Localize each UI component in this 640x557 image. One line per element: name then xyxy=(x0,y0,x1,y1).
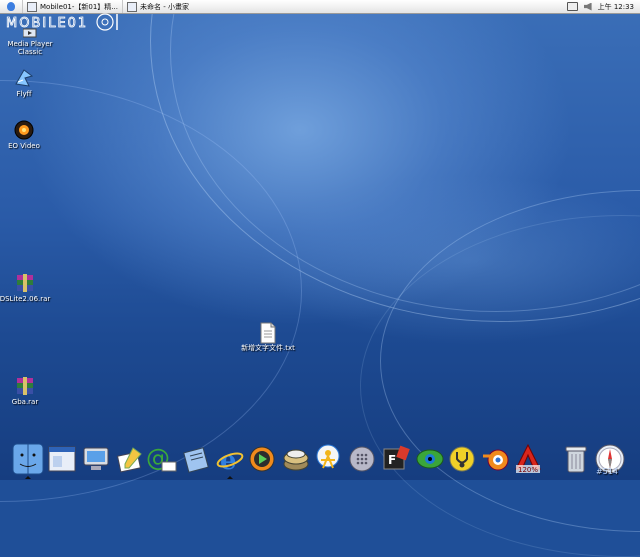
notepad-icon[interactable] xyxy=(180,442,212,476)
eye-app-icon[interactable] xyxy=(414,442,446,476)
browser-window-icon xyxy=(27,1,37,12)
desktop-icon-new-text-file[interactable]: 新增文字文件.txt xyxy=(238,322,298,352)
zoom-badge: 120% xyxy=(518,466,538,474)
system-tray: 上午 12:33 xyxy=(566,0,640,13)
stethoscope-icon[interactable] xyxy=(446,442,478,476)
taskbar-item-label: Mobile01-【新01】精... xyxy=(40,2,118,11)
desktop-icon-label: 新增文字文件.txt xyxy=(241,344,295,352)
internet-explorer-icon[interactable]: e xyxy=(214,442,246,476)
text-file-icon xyxy=(258,322,278,344)
clock[interactable]: 上午 12:33 xyxy=(598,2,634,12)
media-player-icon xyxy=(22,28,37,38)
apple-icon xyxy=(7,2,15,11)
svg-text:e: e xyxy=(220,446,237,474)
messenger-icon[interactable] xyxy=(312,442,344,476)
eo-video-icon xyxy=(14,120,34,140)
paint-window-icon xyxy=(126,1,137,12)
desktop-icon-dslite-rar[interactable]: DSLite2.06.rar xyxy=(0,273,55,303)
taskbar-item-label: 未命名 - 小畫家 xyxy=(139,2,189,11)
svg-text:F: F xyxy=(388,453,396,467)
running-indicator xyxy=(25,476,31,479)
desktop-icon-eo-video[interactable]: EO Video xyxy=(0,120,54,150)
taskbar-item-paint[interactable]: 未命名 - 小畫家 xyxy=(121,0,193,13)
recycle-bin-icon[interactable] xyxy=(560,442,592,476)
drive-icon[interactable] xyxy=(280,442,312,476)
dock: @ e F 120% xyxy=(0,438,640,480)
winrar-archive-icon xyxy=(15,273,35,293)
fireworks-icon[interactable]: F xyxy=(380,442,412,476)
volume-icon[interactable] xyxy=(583,2,592,11)
post-counter: #514 xyxy=(596,467,618,476)
grid-app-icon[interactable] xyxy=(346,442,378,476)
desktop-icon-label: Flyff xyxy=(16,90,32,98)
desktop-icon-label: Gba.rar xyxy=(11,398,39,406)
printer-icon[interactable] xyxy=(566,2,578,11)
desktop-wallpaper xyxy=(0,0,640,557)
desktop-icon-label: DSLite2.06.rar xyxy=(0,295,51,303)
media-player-icon[interactable] xyxy=(246,442,278,476)
acrobat-icon[interactable]: 120% xyxy=(512,442,544,476)
window-manager-icon[interactable] xyxy=(46,442,78,476)
my-computer-icon[interactable] xyxy=(80,442,112,476)
running-indicator xyxy=(227,476,233,479)
desktop-icon-label: EO Video xyxy=(8,142,40,150)
finder-icon[interactable] xyxy=(12,442,44,476)
mail-icon[interactable]: @ xyxy=(146,442,178,476)
paint-icon[interactable] xyxy=(114,442,146,476)
desktop-icon-label: Media Player Classic xyxy=(7,40,53,56)
desktop-icon-media-player-classic[interactable]: Media Player Classic xyxy=(0,28,60,56)
winrar-archive-icon xyxy=(15,376,35,396)
desktop-icon-flyff[interactable]: Flyff xyxy=(0,68,54,98)
flyff-icon xyxy=(14,68,34,88)
desktop-icon-gba-rar[interactable]: Gba.rar xyxy=(0,376,55,406)
blender-icon[interactable] xyxy=(480,442,512,476)
